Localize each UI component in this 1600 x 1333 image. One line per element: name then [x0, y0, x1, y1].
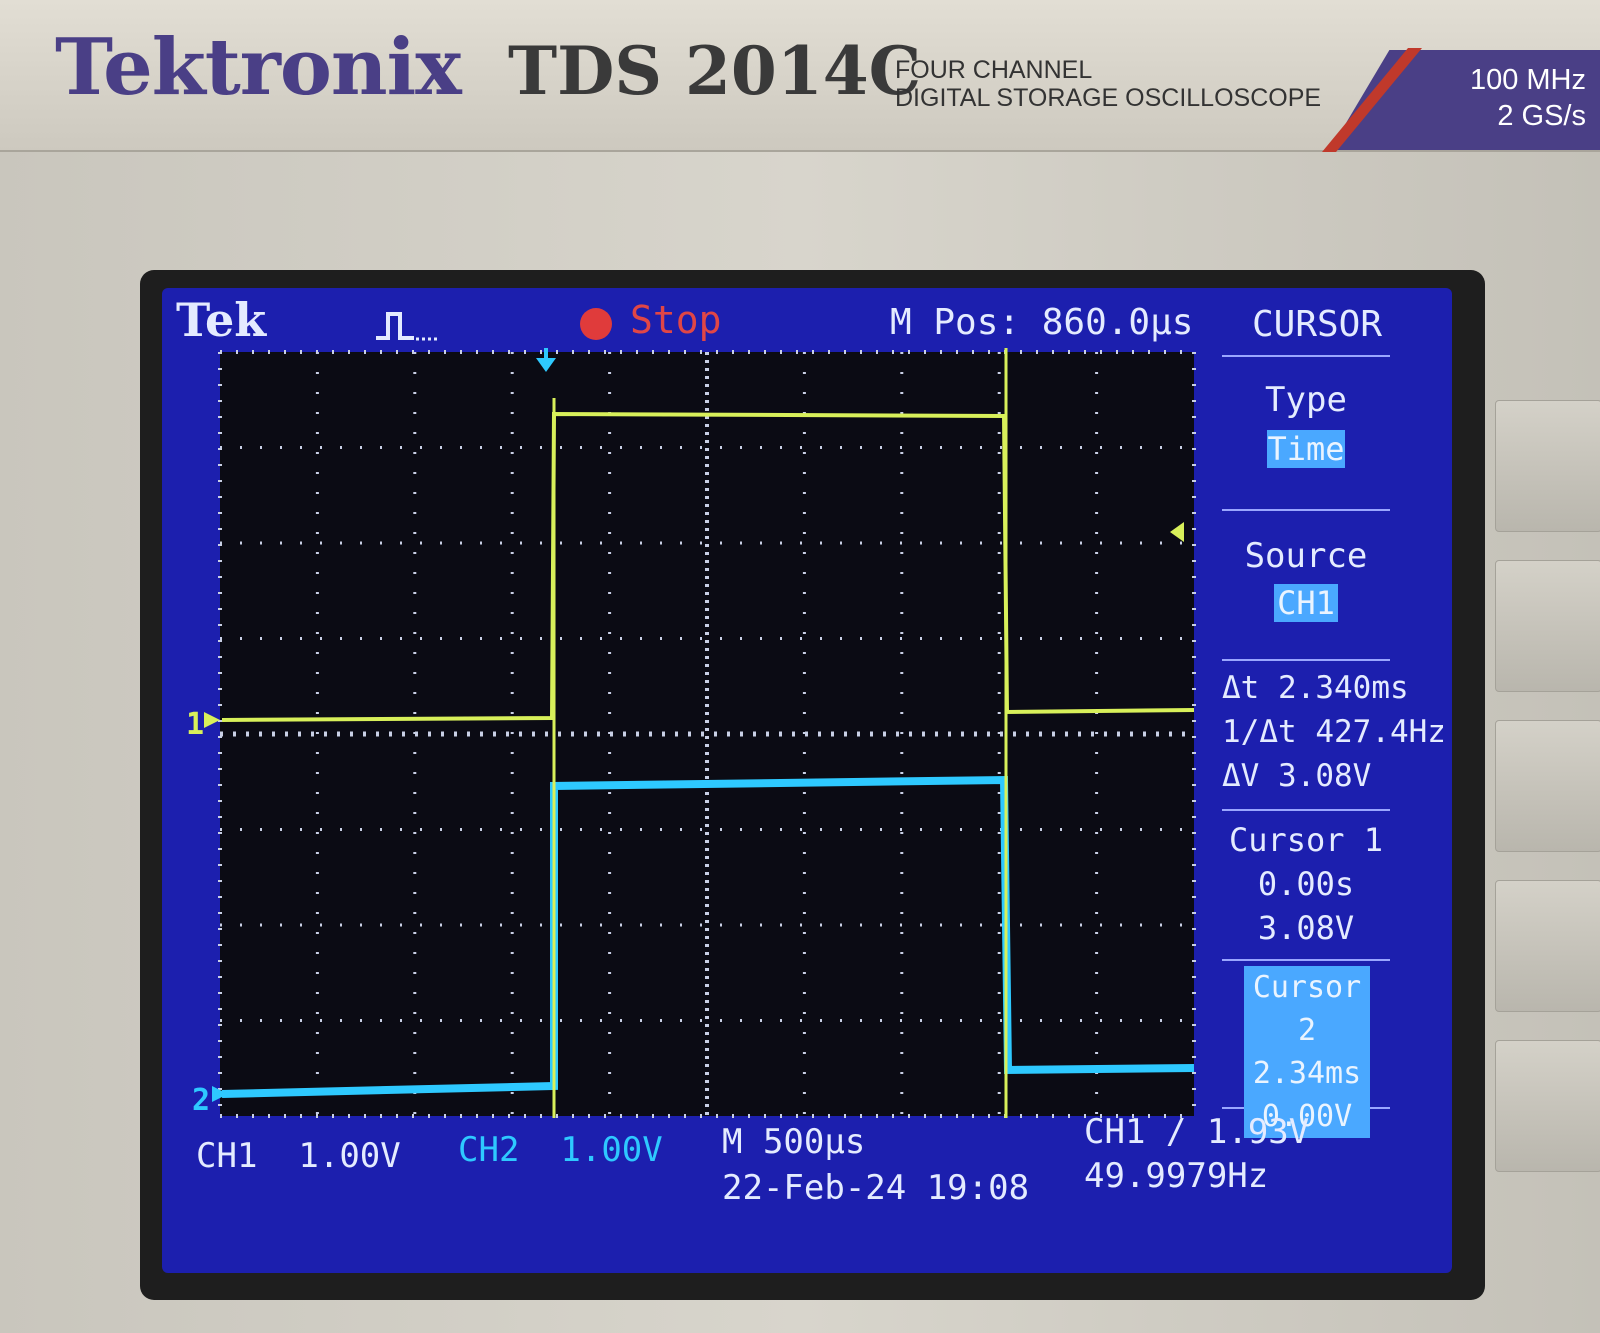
ch1-scale-label: CH1 — [196, 1136, 258, 1176]
timebase-unit: µs — [824, 1122, 866, 1162]
menu-button-2[interactable] — [1495, 560, 1600, 692]
type-value[interactable]: Time — [1267, 430, 1345, 468]
delta-t-symbol: Δt — [1222, 670, 1278, 706]
source-value[interactable]: CH1 — [1274, 584, 1338, 622]
trigger-frequency: 49.9979Hz — [1084, 1156, 1269, 1196]
ch2-scale-readout: CH2 1.00V — [458, 1130, 663, 1170]
cursor-1-time: 0.00s — [1257, 865, 1355, 903]
ch2-scale-value: 1.00V — [560, 1130, 663, 1170]
menu-button-5[interactable] — [1495, 1040, 1600, 1172]
type-label: Type — [1265, 380, 1347, 420]
inverse-delta-t-symbol: 1/Δt — [1222, 714, 1316, 750]
delta-v-symbol: ΔV — [1222, 758, 1278, 794]
model-description: FOUR CHANNEL DIGITAL STORAGE OSCILLOSCOP… — [895, 56, 1321, 112]
ch1-scale-readout: CH1 1.00V — [196, 1136, 401, 1176]
trigger-source: CH1 — [1084, 1112, 1146, 1152]
ch2-scale-label: CH2 — [458, 1130, 520, 1170]
source-label: Source — [1244, 536, 1368, 576]
spec-text: 100 MHz 2 GS/s — [1470, 62, 1586, 134]
inverse-delta-t-readout: 1/Δt 427.4Hz — [1222, 714, 1446, 750]
menu-button-4[interactable] — [1495, 880, 1600, 1012]
delta-v-value: 3.08V — [1278, 758, 1372, 794]
model-name: TDS 2014C — [508, 32, 922, 110]
description-line-2: DIGITAL STORAGE OSCILLOSCOPE — [895, 84, 1322, 112]
oscilloscope-screen: Tek Stop M Pos: 860.0µs CURSOR 1 2 Type … — [162, 288, 1452, 1273]
timebase-readout: M 500µs — [722, 1122, 865, 1162]
front-panel-header: Tektronix TDS 2014C FOUR CHANNEL DIGITAL… — [0, 0, 1600, 152]
cursor-1-voltage: 3.08V — [1257, 909, 1355, 947]
menu-button-3[interactable] — [1495, 720, 1600, 852]
trigger-readout: CH1 / 1.93V — [1084, 1112, 1309, 1152]
cursor-1-panel[interactable]: Cursor 1 0.00s 3.08V — [1222, 818, 1390, 950]
brand-logo: Tektronix — [55, 22, 462, 113]
timebase-value: M 500 — [722, 1122, 825, 1162]
cursor-1-label: Cursor 1 — [1228, 821, 1384, 859]
ch2-marker-label: 2 — [192, 1083, 210, 1118]
trigger-level: 1.93V — [1206, 1112, 1310, 1152]
rising-edge-icon: / — [1165, 1112, 1187, 1152]
inverse-delta-t-value: 427.4Hz — [1315, 714, 1446, 750]
delta-v-readout: ΔV 3.08V — [1222, 758, 1371, 794]
menu-button-1[interactable] — [1495, 400, 1600, 532]
ch1-ground-marker — [204, 712, 220, 728]
delta-t-readout: Δt 2.340ms — [1222, 670, 1409, 706]
graticule — [218, 350, 1196, 1118]
cursor-2-label: Cursor 2 — [1252, 970, 1362, 1048]
cursor-2-time: 2.34ms — [1252, 1056, 1362, 1091]
ch1-marker-label: 1 — [186, 707, 204, 742]
sample-rate-spec: 2 GS/s — [1497, 100, 1586, 132]
bandwidth-spec: 100 MHz — [1469, 64, 1586, 96]
description-line-1: FOUR CHANNEL — [895, 56, 1093, 84]
delta-t-value: 2.340ms — [1278, 670, 1409, 706]
date-time: 22-Feb-24 19:08 — [722, 1168, 1030, 1208]
ch1-scale-value: 1.00V — [298, 1136, 401, 1176]
